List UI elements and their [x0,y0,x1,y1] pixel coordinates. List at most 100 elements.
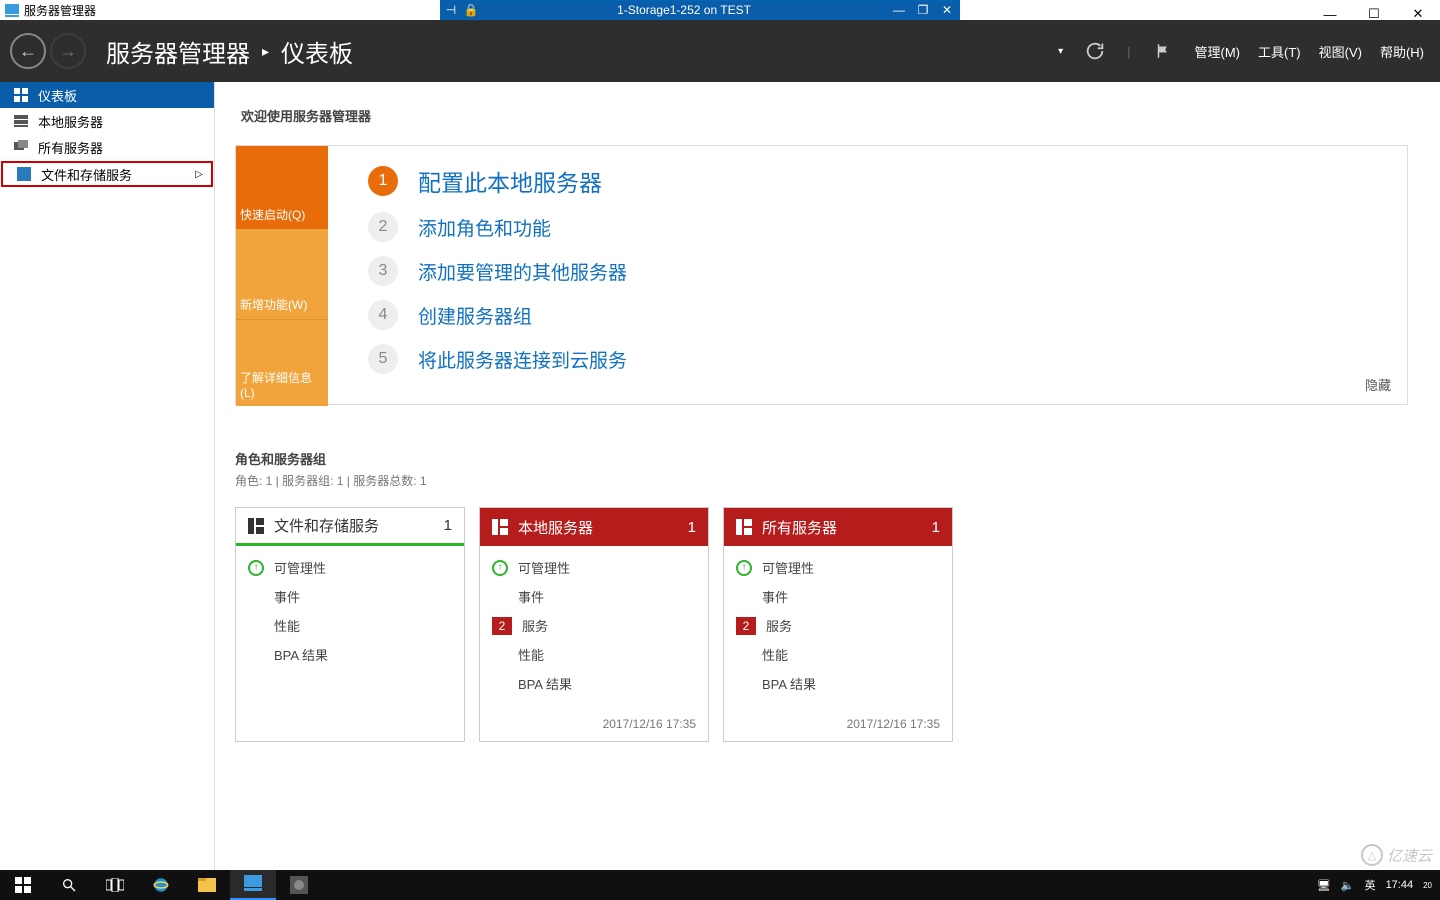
sidebar-item-label: 文件和存储服务 [41,165,132,184]
watermark: △ 亿速云 [1361,844,1432,866]
tile-row[interactable]: 性能 [492,645,696,664]
breadcrumb: 服务器管理器 ▸ 仪表板 [106,34,353,69]
tile-row[interactable]: BPA 结果 [248,645,452,664]
tile-body: ↑可管理性事件性能 BPA 结果 [236,546,464,725]
tab-whats-new[interactable]: 新增功能(W) [236,229,328,319]
app-header: ← → 服务器管理器 ▸ 仪表板 ▾ | 管理(M) 工具(T) 视图(V) 帮… [0,20,1440,82]
tab-learn-more[interactable]: 了解详细信息(L) [236,319,328,406]
network-icon[interactable]: 🖥 [1317,879,1331,892]
tiles-row: 文件和存储服务1↑可管理性事件性能BPA 结果本地服务器1↑可管理性事件2服务性… [235,507,1408,742]
status-up-icon: ↑ [492,560,508,576]
tab-quick-start[interactable]: 快速启动(Q) [236,146,328,229]
tile-row[interactable]: BPA 结果 [492,674,696,693]
step-number: 2 [368,212,398,242]
remote-minimize-button[interactable]: ― [887,3,911,17]
tile-row[interactable]: 事件 [492,587,696,606]
system-tray: 🖥 🔈 英 17:44 20 [1317,877,1440,893]
tile-timestamp: 2017/12/16 17:35 [480,711,708,741]
step-label: 创建服务器组 [418,302,532,329]
tile-row-label: 性能 [518,645,544,664]
tile-row[interactable]: ↑ 可管理性 [492,558,696,577]
nav-forward-button[interactable]: → [50,33,86,69]
chevron-right-icon: ▸ [262,43,269,60]
step-create-group[interactable]: 4创建服务器组 [368,300,1367,330]
step-number: 3 [368,256,398,286]
pin-icon[interactable]: ⊣ [441,3,461,17]
step-add-roles[interactable]: 2添加角色和功能 [368,212,1367,242]
tile[interactable]: 所有服务器1↑可管理性事件2服务性能BPA 结果2017/12/16 17:35 [723,507,953,742]
tab-label: 快速启动(Q) [240,206,305,223]
tile-row[interactable]: 事件 [736,587,940,606]
taskbar-app[interactable] [276,870,322,900]
tile-row-label: BPA 结果 [518,674,572,693]
menu-help[interactable]: 帮助(H) [1380,42,1424,61]
sidebar: 仪表板 本地服务器 所有服务器 文件和存储服务 ▷ [0,82,215,870]
step-label: 配置此本地服务器 [418,164,602,198]
taskbar-explorer[interactable] [184,870,230,900]
sidebar-item-label: 本地服务器 [38,112,103,131]
ime-indicator[interactable]: 英 [1365,877,1376,893]
tile-row[interactable]: ↑ 可管理性 [736,558,940,577]
remote-session-bar: ⊣ 🔒 1-Storage1-252 on TEST ― ❐ ✕ [440,0,960,20]
taskbar-ie[interactable] [138,870,184,900]
tile-body: ↑ 可管理性事件 2服务性能 BPA 结果 [724,546,952,711]
tile-row-label: 性能 [762,645,788,664]
tile-row[interactable]: 2服务 [736,616,940,635]
sidebar-item-file-storage[interactable]: 文件和存储服务 ▷ [1,161,213,187]
sidebar-item-all-servers[interactable]: 所有服务器 [0,134,214,160]
watermark-icon: △ [1361,844,1383,866]
menu-view[interactable]: 视图(V) [1319,42,1362,61]
breadcrumb-root[interactable]: 服务器管理器 [106,34,250,69]
hide-link[interactable]: 隐藏 [1365,375,1391,394]
tile-header: 所有服务器1 [724,508,952,546]
tile-row[interactable]: 事件 [248,587,452,606]
volume-icon[interactable]: 🔈 [1341,879,1355,892]
tile-row[interactable]: 性能 [248,616,452,635]
sidebar-item-dashboard[interactable]: 仪表板 [0,82,214,108]
welcome-heading: 欢迎使用服务器管理器 [241,106,1408,125]
remote-session-title: 1-Storage1-252 on TEST [481,3,887,17]
tile-row[interactable]: 2服务 [492,616,696,635]
start-button[interactable] [0,870,46,900]
tile-row[interactable]: ↑可管理性 [248,558,452,577]
remote-restore-button[interactable]: ❐ [911,3,935,17]
menu-tools[interactable]: 工具(T) [1258,42,1301,61]
sidebar-item-label: 所有服务器 [38,138,103,157]
search-button[interactable] [46,870,92,900]
tile[interactable]: 本地服务器1↑可管理性事件2服务性能BPA 结果2017/12/16 17:35 [479,507,709,742]
tile-row-label: 性能 [274,616,300,635]
step-configure-local[interactable]: 1配置此本地服务器 [368,164,1367,198]
tile-row-label: 事件 [274,587,300,606]
tile-count: 1 [932,519,940,536]
step-add-servers[interactable]: 3添加要管理的其他服务器 [368,256,1367,286]
sidebar-item-label: 仪表板 [38,86,77,105]
tile-row-label: BPA 结果 [274,645,328,664]
alert-badge: 2 [736,617,756,635]
tile[interactable]: 文件和存储服务1↑可管理性事件性能BPA 结果 [235,507,465,742]
tile-row[interactable]: BPA 结果 [736,674,940,693]
taskbar-server-manager[interactable] [230,870,276,900]
flag-icon[interactable] [1149,42,1177,60]
sidebar-item-local-server[interactable]: 本地服务器 [0,108,214,134]
nav-back-button[interactable]: ← [10,33,46,69]
dashboard-icon [14,88,30,102]
status-up-icon: ↑ [736,560,752,576]
servers-icon [14,140,30,154]
tile-title: 文件和存储服务 [274,515,379,536]
tile-row-label: 服务 [522,616,548,635]
watermark-text: 亿速云 [1387,845,1432,866]
step-connect-cloud[interactable]: 5将此服务器连接到云服务 [368,344,1367,374]
tile-icon [736,519,752,535]
clock-time[interactable]: 17:44 [1386,879,1414,891]
tile-row-label: 可管理性 [518,558,570,577]
taskview-button[interactable] [92,870,138,900]
refresh-icon[interactable] [1081,40,1109,62]
roles-section-subtitle: 角色: 1 | 服务器组: 1 | 服务器总数: 1 [235,472,1408,489]
tile-row[interactable]: 性能 [736,645,940,664]
dropdown-icon[interactable]: ▾ [1058,46,1063,57]
tile-row-label: 可管理性 [762,558,814,577]
remote-close-button[interactable]: ✕ [935,3,959,17]
tile-body: ↑ 可管理性事件 2服务性能 BPA 结果 [480,546,708,711]
tile-count: 1 [688,519,696,536]
menu-manage[interactable]: 管理(M) [1195,42,1241,61]
